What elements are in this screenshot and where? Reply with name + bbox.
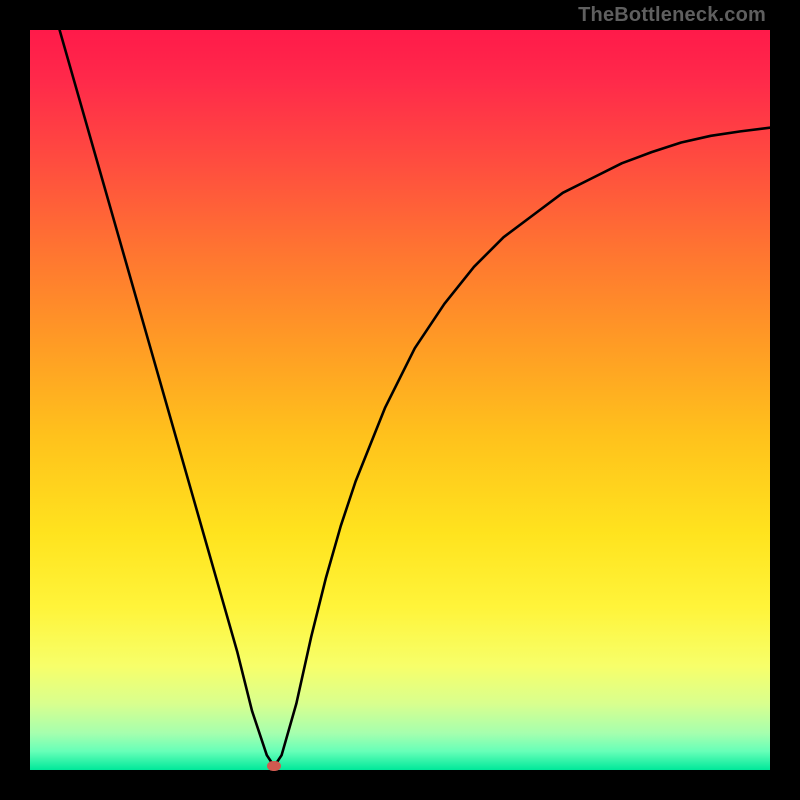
plot-area [30, 30, 770, 770]
watermark-text: TheBottleneck.com [578, 4, 766, 27]
bottleneck-curve [30, 30, 770, 770]
chart-frame: TheBottleneck.com [0, 0, 800, 800]
